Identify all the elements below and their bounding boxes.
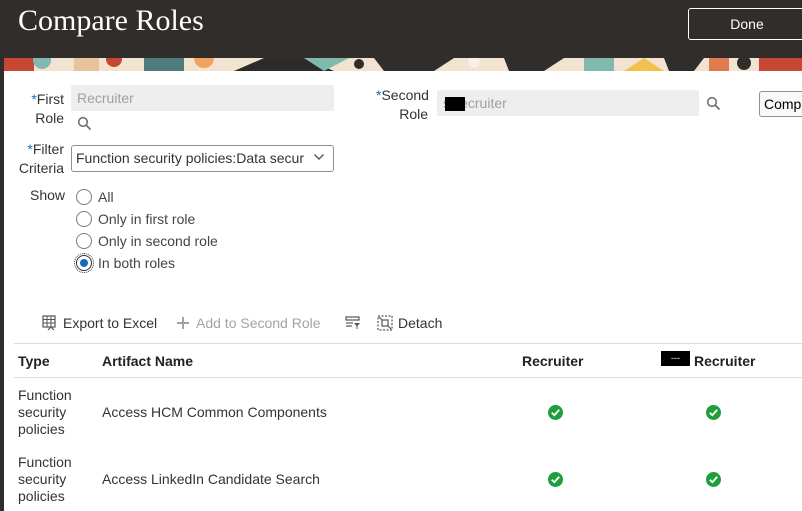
table-row[interactable]: Function security policies Access HCM Co… — [14, 379, 802, 446]
query-by-example-button[interactable] — [345, 313, 365, 333]
radio-both[interactable] — [74, 253, 94, 273]
second-role-search-icon[interactable] — [706, 96, 722, 112]
radio-only-first[interactable] — [76, 211, 92, 227]
artifact-name-cell: Access LinkedIn Candidate Search — [102, 471, 320, 487]
filter-criteria-label: *Filter Criteria — [18, 141, 64, 176]
chevron-down-icon — [314, 154, 324, 160]
filter-table-icon — [345, 316, 360, 329]
compare-button[interactable]: Compare — [759, 91, 802, 117]
add-to-second-role-button[interactable]: Add to Second Role — [175, 313, 321, 333]
page-title: Compare Roles — [18, 4, 204, 37]
window-left-edge — [0, 0, 4, 511]
redaction-block: --- — [661, 351, 690, 366]
detach-label: Detach — [398, 315, 443, 331]
column-header-second-role[interactable]: Recruiter — [694, 353, 755, 369]
radio-all[interactable] — [76, 189, 92, 205]
check-circle-icon — [706, 472, 721, 487]
artifact-name-cell: Access HCM Common Components — [102, 404, 327, 420]
radio-label: All — [98, 189, 114, 205]
column-header-first-role[interactable]: Recruiter — [522, 353, 583, 369]
export-label: Export to Excel — [63, 315, 158, 331]
filter-criteria-value: Function security policies:Data security… — [76, 150, 304, 166]
first-role-search-icon[interactable] — [77, 116, 93, 132]
check-circle-icon — [548, 405, 563, 420]
radio-label: Only in second role — [98, 233, 218, 249]
first-role-label: *First Role — [31, 91, 64, 126]
table-row[interactable]: Function security policies Access Linked… — [14, 446, 802, 511]
first-role-field[interactable]: Recruiter — [71, 85, 334, 111]
detach-button[interactable]: Detach — [377, 313, 447, 333]
show-label: Show — [30, 187, 66, 203]
second-role-label: *Second Role — [376, 87, 429, 122]
plus-icon — [177, 317, 189, 329]
banner-illustration — [4, 58, 802, 71]
filter-criteria-select[interactable]: Function security policies:Data security… — [71, 145, 334, 172]
decorative-banner — [4, 58, 802, 71]
add-to-second-role-label: Add to Second Role — [196, 315, 321, 331]
radio-only-second[interactable] — [76, 233, 92, 249]
check-circle-icon — [706, 405, 721, 420]
radio-label: In both roles — [98, 255, 176, 271]
type-cell: Function security policies — [18, 454, 72, 504]
radio-label: Only in first role — [98, 211, 196, 227]
redaction-block — [445, 97, 465, 111]
column-header-artifact-name[interactable]: Artifact Name — [102, 353, 193, 369]
page-header: Compare Roles Done — [4, 0, 802, 58]
export-to-excel-button[interactable]: Export to Excel — [42, 313, 157, 333]
type-cell: Function security policies — [18, 387, 72, 437]
column-header-type[interactable]: Type — [18, 353, 50, 369]
results-table-header: Type Artifact Name Recruiter --- Recruit… — [14, 343, 802, 378]
done-button[interactable]: Done — [688, 8, 802, 40]
detach-icon — [377, 315, 393, 331]
second-role-field[interactable]: sRecruiter — [437, 90, 699, 116]
check-circle-icon — [548, 472, 563, 487]
export-excel-icon — [42, 315, 56, 331]
